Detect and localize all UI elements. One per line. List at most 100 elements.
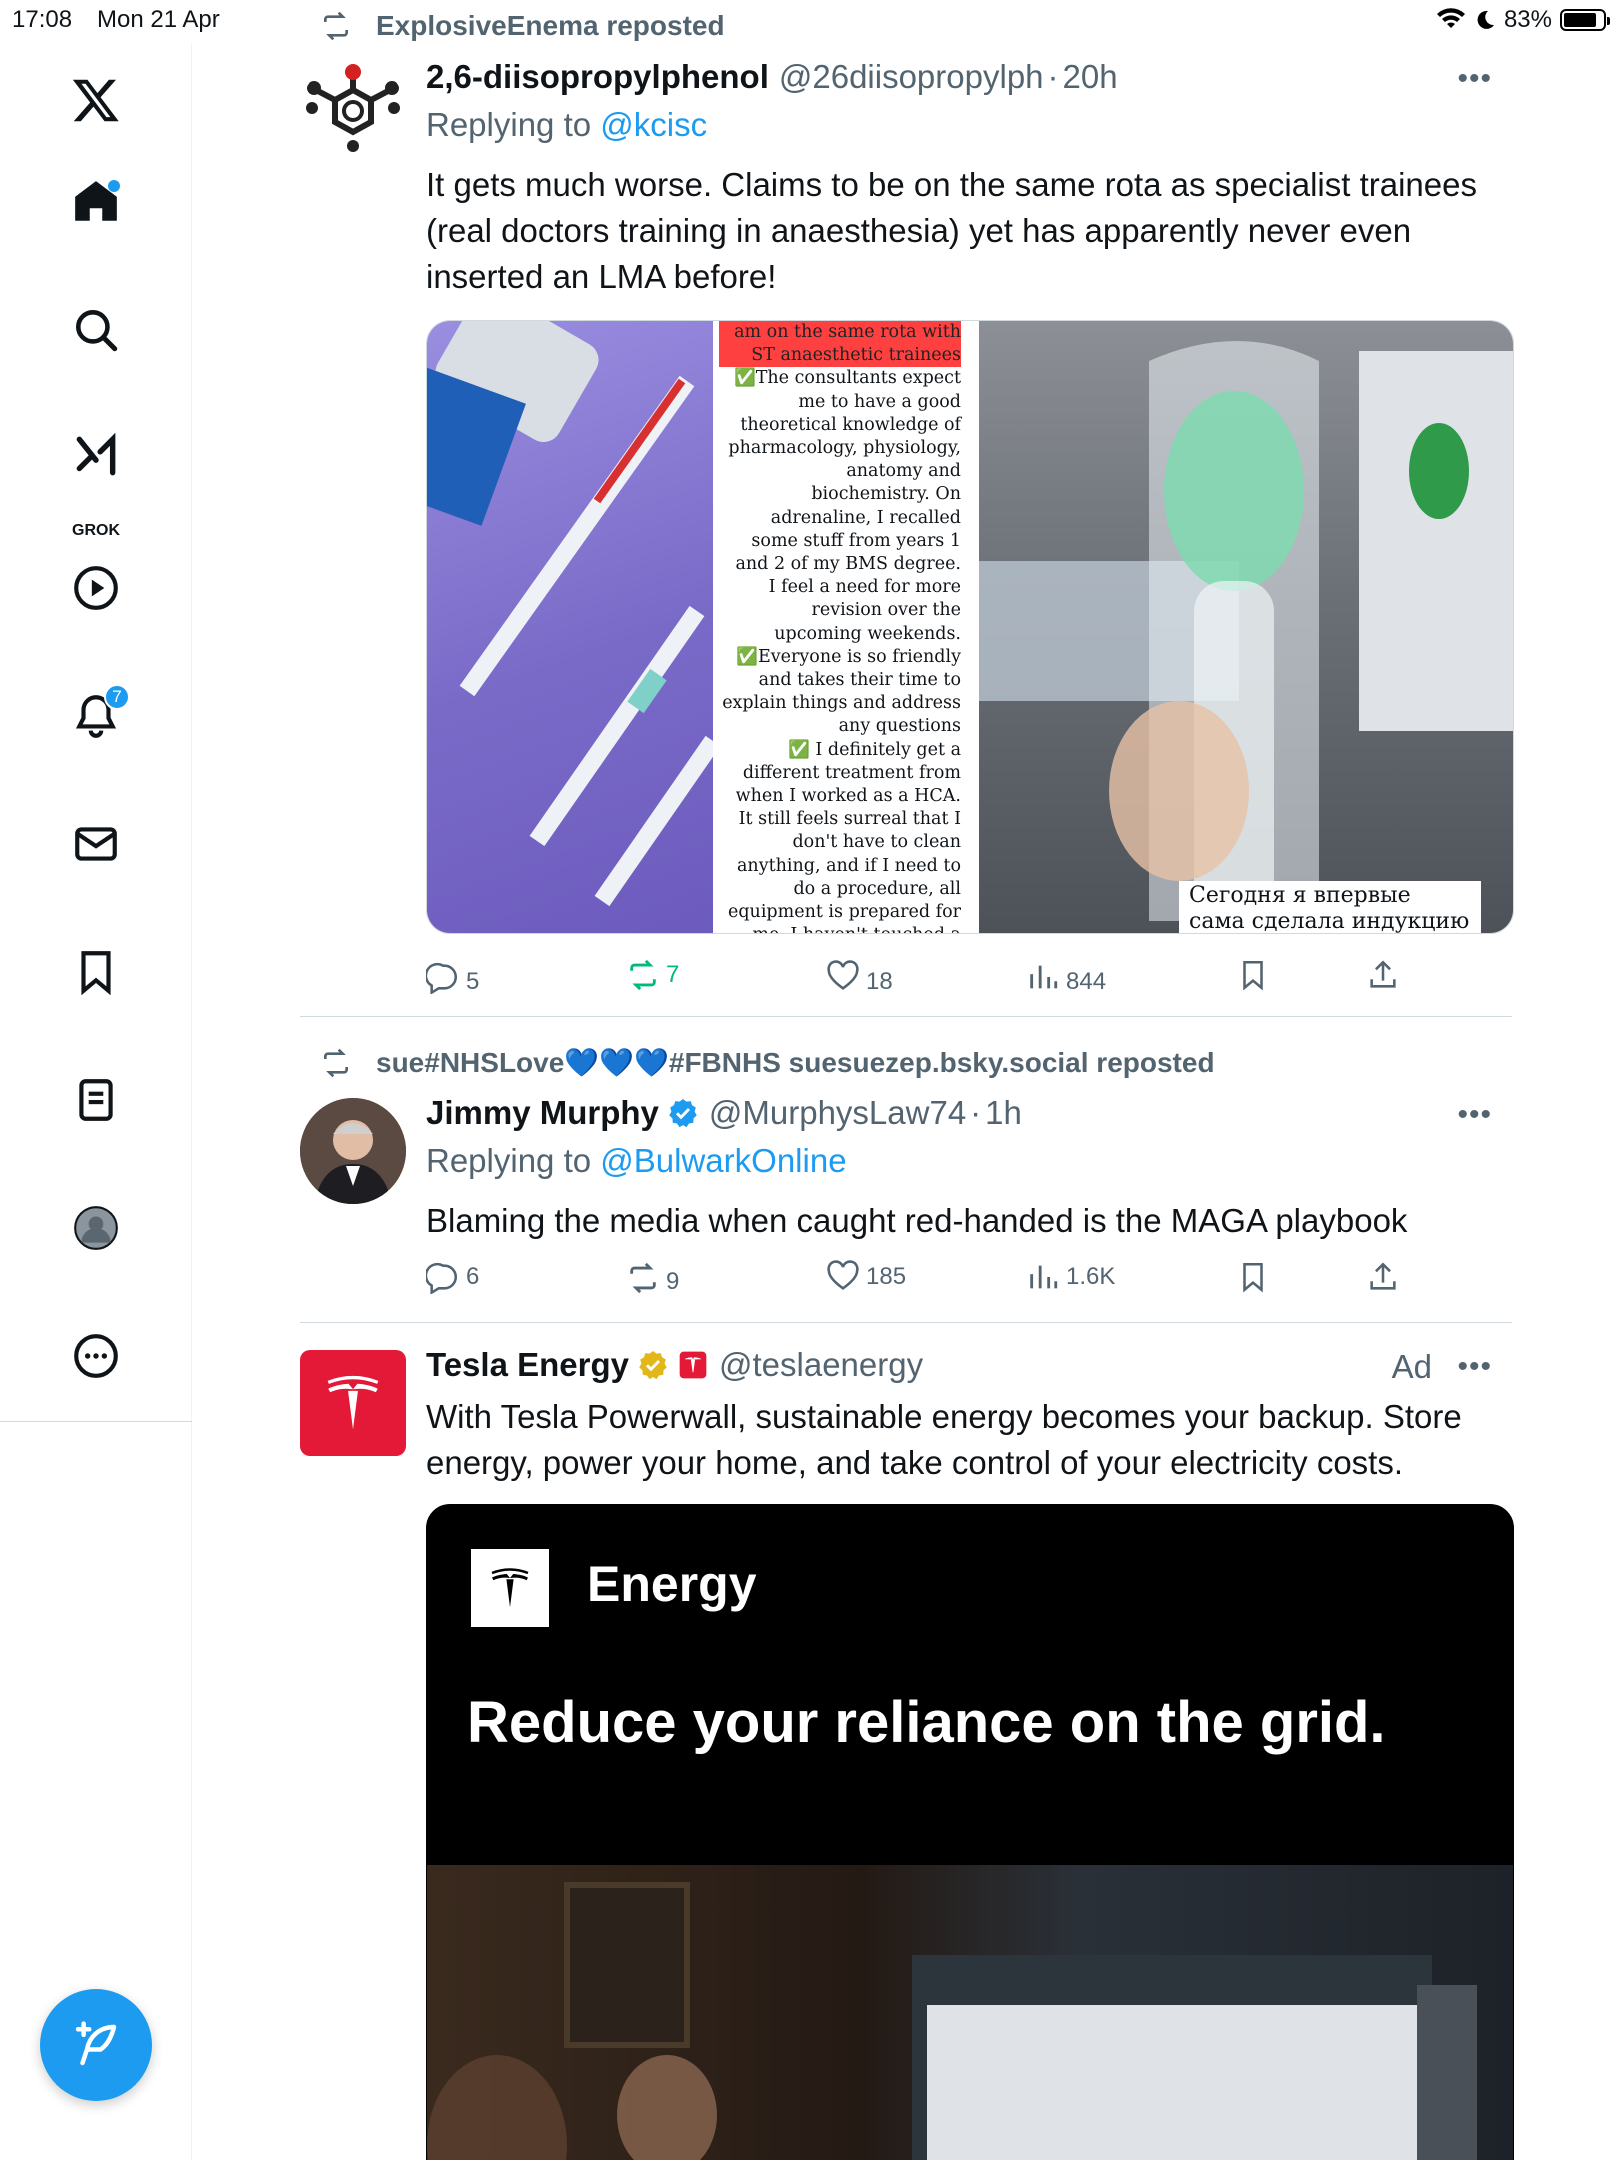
media-text-line: ST anaesthetic trainees (719, 344, 961, 368)
tweet-time[interactable]: 20h (1063, 58, 1118, 96)
nav-home[interactable] (60, 166, 132, 238)
nav-search[interactable] (60, 294, 132, 366)
media-text-line: biochemistry. On (811, 484, 961, 505)
more-options-icon[interactable]: ••• (1457, 62, 1492, 96)
repost-icon (324, 11, 348, 41)
like-count: 18 (866, 968, 893, 995)
nav-notifications[interactable]: 7 (60, 680, 132, 752)
author-handle[interactable]: @MurphysLaw74 (709, 1094, 966, 1132)
bookmark-button[interactable] (1236, 1260, 1270, 1294)
media-image-lma[interactable]: Сегодня я впервые сама сделала индукцию (979, 321, 1513, 933)
tweet-text: It gets much worse. Claims to be on the … (426, 166, 1477, 295)
more-options-icon[interactable]: ••• (1457, 1350, 1492, 1384)
more-options-icon[interactable]: ••• (1457, 1098, 1492, 1132)
author-name[interactable]: Tesla Energy (426, 1346, 629, 1384)
media-text-line: different treatment from (742, 762, 961, 783)
tweet-actions: 5 7 18 844 (426, 958, 1426, 998)
grok-icon (76, 432, 116, 476)
author-name[interactable]: 2,6-diisopropylphenol (426, 58, 769, 96)
media-text-line: anatomy and (846, 461, 961, 482)
media-text-line: ✅ I definitely get a (788, 739, 961, 760)
repost-icon (630, 1262, 656, 1294)
nav-messages[interactable] (60, 808, 132, 880)
author-handle[interactable]: @26diisopropylph (779, 58, 1044, 96)
nav-more[interactable] (60, 1320, 132, 1392)
x-logo-icon[interactable] (60, 64, 132, 136)
views-chart-icon (1030, 965, 1058, 989)
views-button[interactable]: 844 (1026, 958, 1106, 996)
nav-bookmarks[interactable] (60, 936, 132, 1008)
nav-profile[interactable] (60, 1192, 132, 1264)
media-text-line: and takes their time to (758, 670, 961, 691)
share-button[interactable] (1366, 1260, 1400, 1294)
media-text-line: pharmacology, physiology, (728, 438, 961, 459)
like-button[interactable]: 18 (826, 958, 893, 996)
reply-target-link[interactable]: @BulwarkOnline (600, 1142, 846, 1179)
card-headline: Reduce your reliance on the grid. (467, 1690, 1386, 1755)
tesla-logo-icon (491, 1568, 529, 1608)
verified-gold-badge-icon (639, 1351, 667, 1380)
media-text-line: ✅The consultants expect (733, 368, 961, 389)
home-unread-dot (108, 180, 120, 192)
nav-video[interactable] (60, 552, 132, 624)
author-name[interactable]: Jimmy Murphy (426, 1094, 659, 1132)
media-caption: Сегодня я впервые сама сделала индукцию (1179, 881, 1481, 933)
affiliate-tesla-badge-icon (679, 1351, 707, 1379)
repost-count: 9 (666, 1268, 680, 1295)
repost-context[interactable]: sue#NHSLove💙💙💙#FBNHS suesuezep.bsky.soci… (324, 1046, 1215, 1079)
more-circle-icon (74, 1334, 118, 1378)
bookmark-icon (81, 951, 111, 996)
media-text-panel: am on the same rota withST anaesthetic t… (713, 321, 971, 933)
avatar[interactable] (300, 60, 406, 166)
media-text-lines: am on the same rota withST anaesthetic t… (719, 321, 961, 933)
replying-prefix: Replying to (426, 1142, 592, 1179)
views-chart-icon (1030, 1265, 1058, 1289)
repost-context[interactable]: ExplosiveEnema reposted (324, 10, 725, 42)
avatar[interactable] (300, 1098, 406, 1204)
media-text-line: equipment is prepared for (727, 902, 961, 923)
notifications-badge: 7 (104, 684, 130, 710)
media-text-line: any questions (838, 716, 961, 737)
views-button[interactable]: 1.6K (1026, 1260, 1115, 1294)
media-text-line: and 2 of my BMS degree. (735, 554, 961, 575)
media-text-line: adrenaline, I recalled (770, 507, 961, 528)
media-text-line: It still feels surreal that I (738, 809, 961, 830)
tweet[interactable]: Jimmy Murphy @MurphysLaw74 · 1h ••• Repl… (300, 1094, 1492, 1296)
media-text-line: when I worked as a HCA. (735, 786, 961, 807)
repost-button[interactable]: 7 (626, 958, 679, 992)
author-handle[interactable]: @teslaenergy (719, 1346, 923, 1384)
share-button[interactable] (1366, 958, 1400, 992)
compose-feather-icon (75, 2021, 117, 2066)
media-text-line: I feel a need for more (768, 577, 961, 598)
card-brand: Energy (587, 1556, 757, 1612)
tweet-media[interactable]: am on the same rota withST anaesthetic t… (426, 320, 1514, 934)
media-image-syringes[interactable] (427, 321, 721, 933)
timeline: ExplosiveEnema reposted 2,6-diisopropylp… (192, 0, 1620, 2160)
nav-grok[interactable] (60, 420, 132, 492)
tweet-text: With Tesla Powerwall, sustainable energy… (426, 1398, 1462, 1481)
sidebar-divider (0, 1421, 192, 1422)
compose-post-button[interactable] (40, 1989, 152, 2101)
promoted-tweet[interactable]: Tesla Energy @teslaenergy Ad ••• With Te… (300, 1346, 1514, 2160)
molecule-avatar-icon (306, 64, 400, 152)
reply-button[interactable]: 6 (426, 1260, 479, 1294)
nav-lists[interactable] (60, 1064, 132, 1136)
ad-card[interactable]: Energy Reduce your reliance on the grid. (426, 1504, 1514, 2160)
media-gap (971, 321, 979, 933)
view-count: 844 (1066, 968, 1107, 995)
tweet-divider (300, 1322, 1512, 1323)
mail-icon (75, 827, 117, 861)
like-button[interactable]: 185 (826, 1260, 906, 1294)
avatar[interactable] (300, 1350, 406, 1456)
ad-label: Ad (1391, 1348, 1432, 1385)
reply-target-link[interactable]: @kcisc (600, 106, 707, 143)
tweet-time[interactable]: 1h (985, 1094, 1022, 1132)
reply-button[interactable]: 5 (426, 958, 479, 996)
grok-label: GROK (72, 522, 120, 539)
avatar-icon (74, 1206, 118, 1250)
repost-button[interactable]: 9 (626, 1260, 679, 1296)
bookmark-button[interactable] (1236, 958, 1270, 992)
media-text-line: me. I haven't touched a (719, 924, 961, 933)
tweet-header: 2,6-diisopropylphenol @26diisopropylph ·… (426, 58, 1118, 96)
tweet[interactable]: 2,6-diisopropylphenol @26diisopropylph ·… (300, 58, 1514, 1018)
